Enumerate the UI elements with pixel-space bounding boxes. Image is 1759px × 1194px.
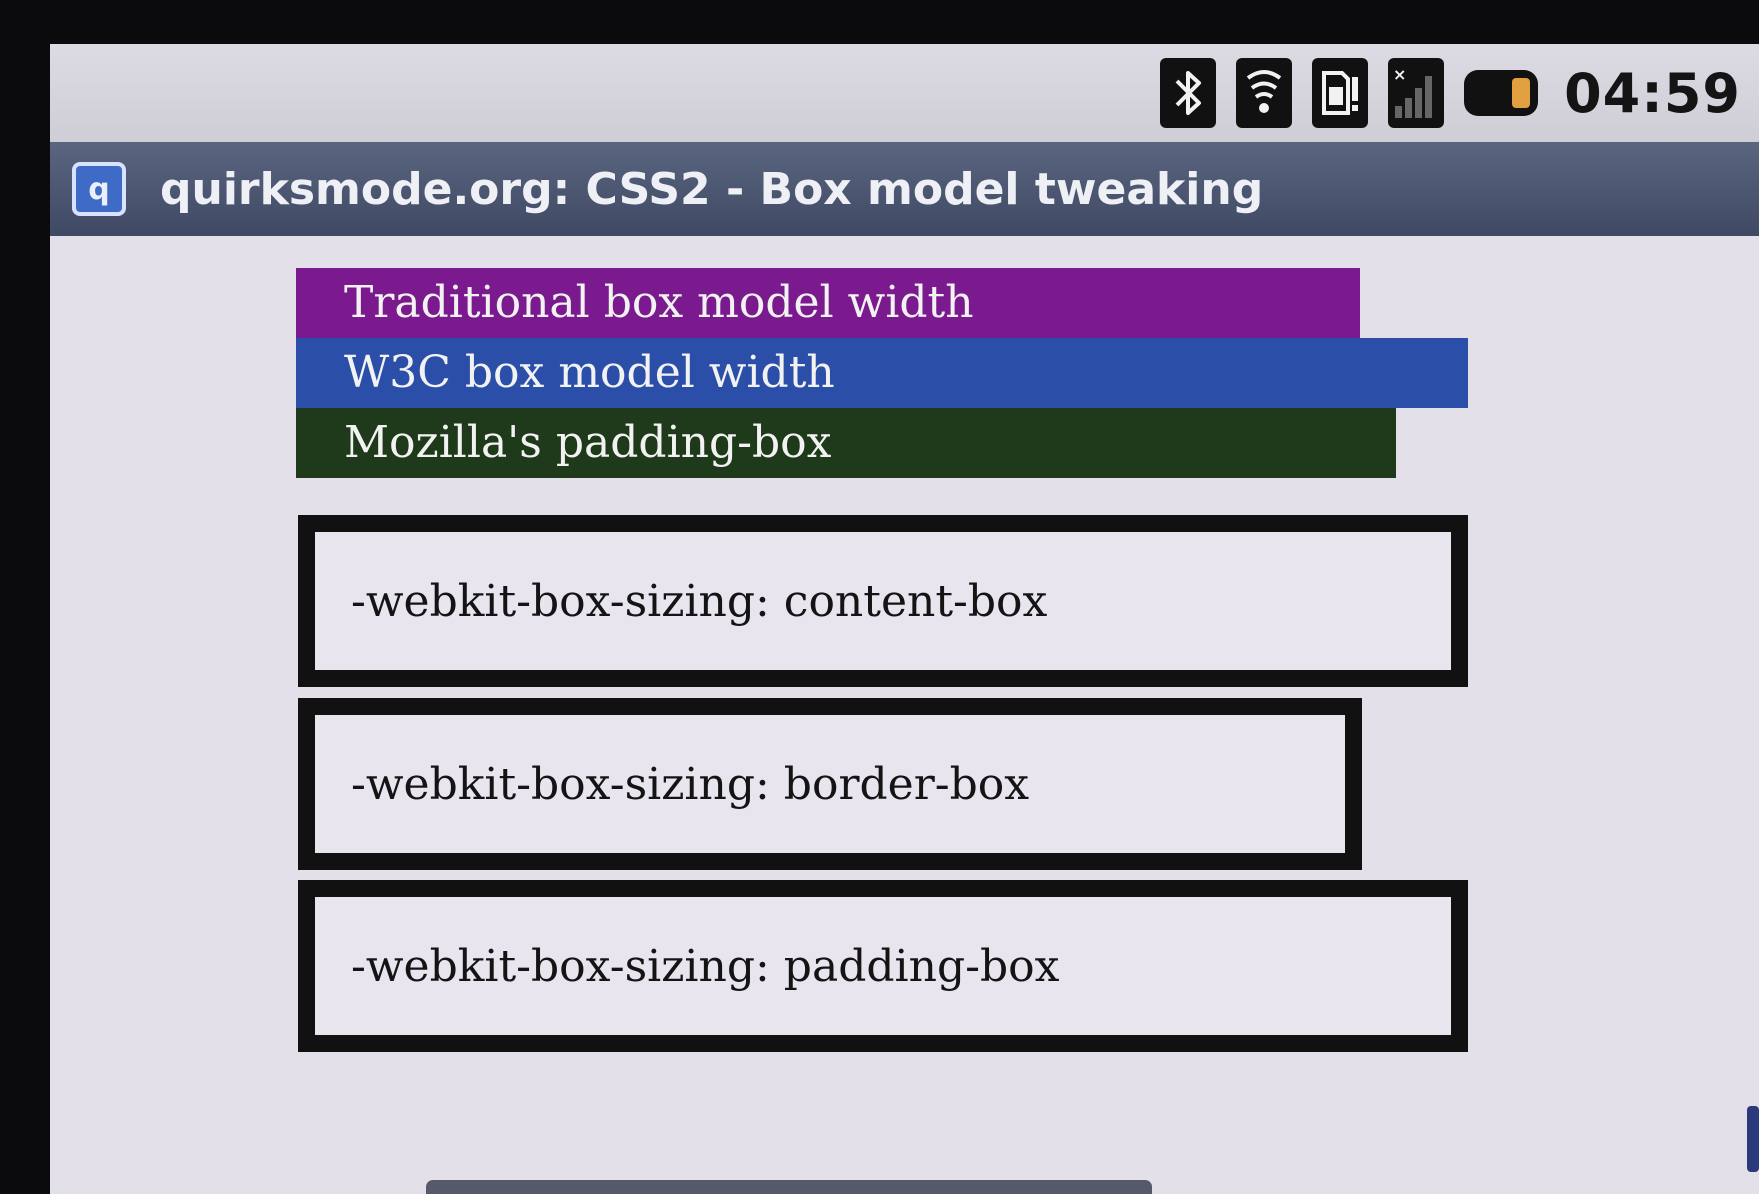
bluetooth-icon xyxy=(1160,58,1217,128)
signal-icon: × xyxy=(1388,58,1445,128)
phone-screen: × 04:59 q quirksmode.org: CSS2 - Box mod… xyxy=(50,44,1759,1194)
site-favicon-icon: q xyxy=(72,162,126,216)
padding-box-label: -webkit-box-sizing: padding-box xyxy=(351,940,1060,992)
mozilla-padding-box-bar: Mozilla's padding-box xyxy=(296,408,1396,478)
content-box-label: -webkit-box-sizing: content-box xyxy=(351,575,1048,627)
battery-level xyxy=(1512,78,1531,108)
content-box-example: -webkit-box-sizing: content-box xyxy=(298,515,1468,687)
horizontal-scrollbar[interactable] xyxy=(426,1180,1152,1194)
web-content[interactable]: Traditional box model width W3C box mode… xyxy=(50,236,1759,1194)
battery-icon xyxy=(1464,70,1539,116)
w3c-width-bar: W3C box model width xyxy=(296,338,1468,408)
sim-alert-icon xyxy=(1312,58,1369,128)
status-icons: × 04:59 xyxy=(1160,58,1741,128)
wifi-icon xyxy=(1236,58,1293,128)
clock: 04:59 xyxy=(1564,61,1741,125)
vertical-scrollbar[interactable] xyxy=(1747,1106,1759,1172)
browser-title-bar[interactable]: q quirksmode.org: CSS2 - Box model tweak… xyxy=(50,142,1759,236)
status-bar: × 04:59 xyxy=(50,44,1759,142)
page-title: quirksmode.org: CSS2 - Box model tweakin… xyxy=(160,163,1264,215)
svg-text:×: × xyxy=(1393,65,1406,84)
border-box-example: -webkit-box-sizing: border-box xyxy=(298,698,1362,870)
padding-box-example: -webkit-box-sizing: padding-box xyxy=(298,880,1468,1052)
border-box-label: -webkit-box-sizing: border-box xyxy=(351,758,1030,810)
traditional-width-bar: Traditional box model width xyxy=(296,268,1360,338)
